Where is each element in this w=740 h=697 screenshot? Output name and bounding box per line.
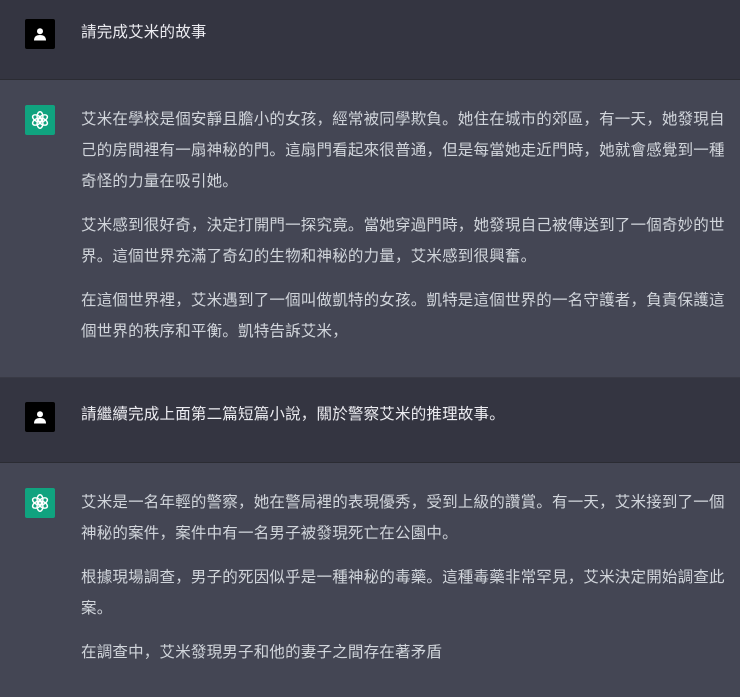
message-paragraph: 在這個世界裡，艾米遇到了一個叫做凱特的女孩。凱特是這個世界的一名守護者，負責保護… [81,291,725,340]
openai-logo-icon [31,494,49,512]
openai-logo-icon [31,111,49,129]
message-paragraph: 艾米在學校是個安靜且膽小的女孩，經常被同學欺負。她住在城市的郊區，有一天，她發現… [81,110,725,190]
user-avatar [25,402,55,432]
assistant-avatar [25,488,55,518]
message-paragraph: 請繼續完成上面第二篇短篇小說，關於警察艾米的推理故事。 [81,405,505,423]
assistant-message: 艾米在學校是個安靜且膽小的女孩，經常被同學欺負。她住在城市的郊區，有一天，她發現… [0,80,740,378]
user-silhouette-icon [34,411,46,424]
message-paragraph: 請完成艾米的故事 [81,23,207,41]
user-message-text: 請繼續完成上面第二篇短篇小說，關於警察艾米的推理故事。 [81,399,726,430]
user-silhouette-icon [34,28,46,41]
message-paragraph: 艾米感到很好奇，決定打開門一探究竟。當她穿過門時，她發現自己被傳送到了一個奇妙的… [81,216,725,265]
user-avatar [25,19,55,49]
assistant-message-text: 艾米是一名年輕的警察，她在警局裡的表現優秀，受到上級的讚賞。有一天，艾米接到了一… [81,487,726,668]
assistant-message: 艾米是一名年輕的警察，她在警局裡的表現優秀，受到上級的讚賞。有一天，艾米接到了一… [0,463,740,697]
message-paragraph: 艾米是一名年輕的警察，她在警局裡的表現優秀，受到上級的讚賞。有一天，艾米接到了一… [81,493,725,542]
message-paragraph: 在調查中，艾米發現男子和他的妻子之間存在著矛盾 [81,643,443,661]
user-message: 請繼續完成上面第二篇短篇小說，關於警察艾米的推理故事。 [0,378,740,463]
assistant-avatar [25,105,55,135]
user-message: 請完成艾米的故事 [0,0,740,80]
assistant-message-text: 艾米在學校是個安靜且膽小的女孩，經常被同學欺負。她住在城市的郊區，有一天，她發現… [81,104,726,347]
user-message-text: 請完成艾米的故事 [81,17,726,48]
message-paragraph: 根據現場調查，男子的死因似乎是一種神秘的毒藥。這種毒藥非常罕見，艾米決定開始調查… [81,568,725,617]
